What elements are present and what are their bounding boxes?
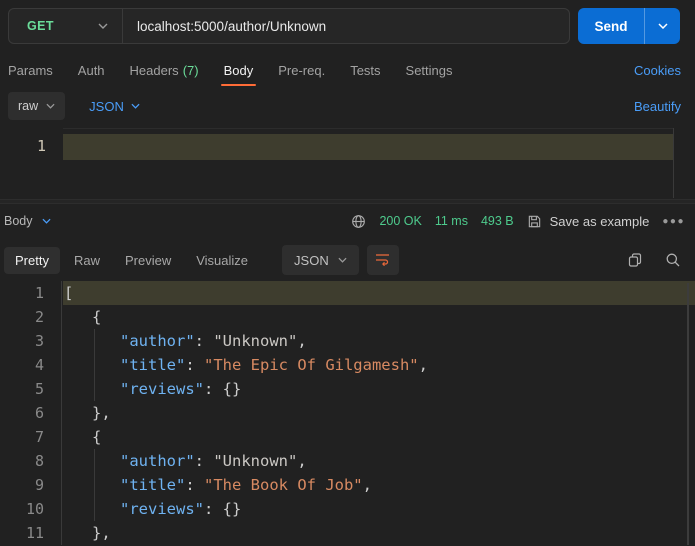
code-line: 11 }, bbox=[0, 521, 695, 545]
tab-auth[interactable]: Auth bbox=[78, 54, 105, 86]
code-line: 1[ bbox=[0, 281, 695, 305]
line-number: 9 bbox=[0, 473, 62, 497]
code-line: 4 "title": "The Epic Of Gilgamesh", bbox=[0, 353, 695, 377]
response-size[interactable]: 493 B bbox=[481, 214, 514, 228]
request-editor-scrollbar[interactable] bbox=[673, 128, 674, 198]
line-number: 10 bbox=[0, 497, 62, 521]
code-line: 6 }, bbox=[0, 401, 695, 425]
line-number: 1 bbox=[0, 137, 46, 155]
response-code: 1[2 {3 "author": "Unknown",4 "title": "T… bbox=[0, 281, 695, 545]
tab-pre-request[interactable]: Pre-req. bbox=[278, 54, 325, 86]
code-line: 5 "reviews": {} bbox=[0, 377, 695, 401]
response-tab-pretty[interactable]: Pretty bbox=[4, 247, 60, 274]
line-number: 5 bbox=[0, 377, 62, 401]
line-number: 4 bbox=[0, 353, 62, 377]
code-line: 2 { bbox=[0, 305, 695, 329]
method-select[interactable]: GET bbox=[9, 9, 123, 43]
wrap-text-button[interactable] bbox=[367, 245, 399, 275]
headers-count-badge: (7) bbox=[183, 63, 199, 78]
code-line: 3 "author": "Unknown", bbox=[0, 329, 695, 353]
response-status[interactable]: 200 OK bbox=[379, 214, 421, 228]
save-as-example-label: Save as example bbox=[550, 214, 650, 229]
line-number: 2 bbox=[0, 305, 62, 329]
response-scrollbar[interactable] bbox=[687, 283, 689, 545]
postman-request-view: GET localhost:5000/author/Unknown Send P… bbox=[0, 0, 695, 546]
code-line: 10 "reviews": {} bbox=[0, 497, 695, 521]
body-language-select[interactable]: JSON bbox=[89, 99, 140, 114]
code-line: 8 "author": "Unknown", bbox=[0, 449, 695, 473]
body-format-label: raw bbox=[18, 99, 38, 113]
url-bar: GET localhost:5000/author/Unknown bbox=[8, 8, 570, 44]
response-body-label: Body bbox=[4, 214, 33, 228]
active-line-highlight bbox=[63, 134, 673, 160]
tab-params[interactable]: Params bbox=[8, 54, 53, 86]
response-language-label: JSON bbox=[294, 253, 329, 268]
request-tabs: Params Auth Headers (7) Body Pre-req. Te… bbox=[0, 54, 695, 86]
tab-settings[interactable]: Settings bbox=[406, 54, 453, 86]
response-body-select[interactable]: Body bbox=[4, 214, 51, 228]
response-tab-preview[interactable]: Preview bbox=[114, 247, 182, 274]
save-as-example-button[interactable]: Save as example bbox=[527, 214, 650, 229]
chevron-down-icon bbox=[658, 23, 668, 29]
response-body-viewer[interactable]: 1[2 {3 "author": "Unknown",4 "title": "T… bbox=[0, 281, 695, 546]
chevron-down-icon bbox=[131, 103, 140, 109]
body-language-label: JSON bbox=[89, 99, 124, 114]
code-line: 9 "title": "The Book Of Job", bbox=[0, 473, 695, 497]
more-options-icon[interactable]: ●●● bbox=[662, 216, 685, 227]
response-toolbar: Pretty Raw Preview Visualize JSON bbox=[0, 240, 695, 280]
send-button-group: Send bbox=[578, 8, 680, 44]
response-meta-bar: Body 200 OK 11 ms 493 B Save as e bbox=[0, 205, 695, 237]
body-format-select[interactable]: raw bbox=[8, 92, 65, 120]
send-options-button[interactable] bbox=[644, 8, 680, 44]
line-number: 1 bbox=[0, 281, 62, 305]
tab-headers[interactable]: Headers (7) bbox=[130, 54, 199, 86]
wrap-text-icon bbox=[375, 252, 390, 269]
url-input[interactable]: localhost:5000/author/Unknown bbox=[123, 19, 326, 34]
send-button[interactable]: Send bbox=[578, 8, 644, 44]
cookies-link[interactable]: Cookies bbox=[634, 63, 681, 78]
request-body-editor[interactable]: 1 bbox=[0, 128, 695, 198]
line-number: 11 bbox=[0, 521, 62, 545]
search-icon[interactable] bbox=[665, 252, 681, 268]
beautify-link[interactable]: Beautify bbox=[634, 99, 681, 114]
editor-top-border bbox=[63, 128, 673, 129]
network-globe-icon[interactable] bbox=[351, 214, 366, 229]
method-label: GET bbox=[27, 19, 54, 33]
line-number: 7 bbox=[0, 425, 62, 449]
pane-resize-handle[interactable] bbox=[0, 199, 695, 204]
chevron-down-icon bbox=[98, 23, 108, 29]
body-toolbar: raw JSON Beautify bbox=[0, 90, 695, 122]
response-time[interactable]: 11 ms bbox=[435, 214, 468, 228]
tab-tests[interactable]: Tests bbox=[350, 54, 380, 86]
tab-headers-label: Headers bbox=[130, 63, 179, 78]
tab-body[interactable]: Body bbox=[224, 54, 254, 86]
line-number: 3 bbox=[0, 329, 62, 353]
chevron-down-icon bbox=[46, 103, 55, 109]
chevron-down-icon bbox=[338, 257, 347, 263]
response-tab-visualize[interactable]: Visualize bbox=[185, 247, 259, 274]
response-tab-raw[interactable]: Raw bbox=[63, 247, 111, 274]
line-number: 6 bbox=[0, 401, 62, 425]
response-language-select[interactable]: JSON bbox=[282, 245, 359, 275]
copy-icon[interactable] bbox=[627, 252, 643, 268]
code-line: 7 { bbox=[0, 425, 695, 449]
save-icon bbox=[527, 214, 542, 229]
line-number: 8 bbox=[0, 449, 62, 473]
chevron-down-icon bbox=[42, 218, 51, 224]
